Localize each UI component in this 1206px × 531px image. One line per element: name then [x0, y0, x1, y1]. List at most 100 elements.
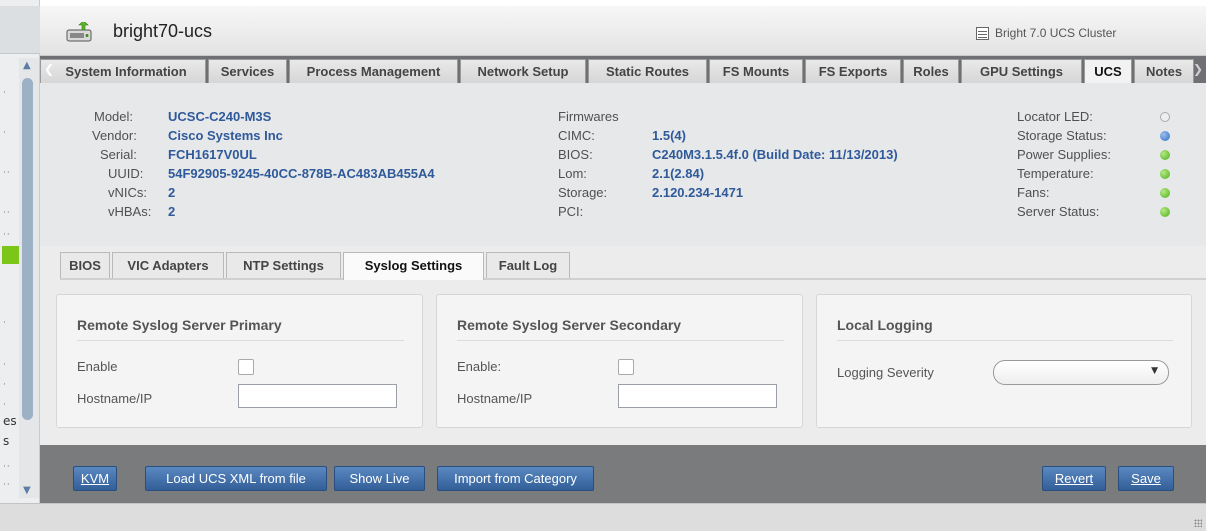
revert-button[interactable]: Revert — [1042, 466, 1106, 491]
temperature-label: Temperature: — [1017, 166, 1094, 181]
power-supplies-row: Power Supplies: — [1017, 145, 1177, 164]
power-supplies-label: Power Supplies: — [1017, 147, 1111, 162]
fans-label: Fans: — [1017, 185, 1050, 200]
serial-row: Serial: FCH1617V0UL — [92, 145, 257, 164]
scroll-down-arrow-icon[interactable]: ▼ — [23, 485, 31, 496]
locator-led-indicator-icon[interactable] — [1160, 112, 1170, 122]
title-bar: bright70-ucs Bright 7.0 UCS Cluster — [40, 6, 1206, 56]
syslog-settings-content: Remote Syslog Server Primary Enable Host… — [40, 280, 1206, 445]
tab-network-setup[interactable]: Network Setup — [460, 59, 586, 83]
server-icon — [66, 22, 92, 42]
tree-item-marker[interactable]: · — [3, 400, 7, 410]
tab-scroll-left-icon[interactable]: ❮ — [44, 62, 54, 76]
tree-scrollbar[interactable]: ▲ ▼ — [19, 58, 39, 498]
cimc-label: CIMC: — [558, 128, 595, 143]
cimc-value: 1.5(4) — [652, 128, 686, 143]
fans-indicator-icon — [1160, 188, 1170, 198]
app-window: · · ·· ·· ·· · · · · es s ·· ·· ▲ ▼ brig… — [0, 0, 1206, 531]
bios-row: BIOS: C240M3.1.5.4f.0 (Build Date: 11/13/… — [558, 145, 898, 164]
tab-services[interactable]: Services — [208, 59, 287, 83]
model-row: Model: UCSC-C240-M3S — [92, 107, 271, 126]
syslog-secondary-title: Remote Syslog Server Secondary — [457, 317, 682, 333]
tree-item-marker[interactable]: · — [3, 318, 7, 328]
cluster-label[interactable]: Bright 7.0 UCS Cluster — [995, 26, 1116, 40]
load-ucs-xml-button[interactable]: Load UCS XML from file — [145, 466, 327, 491]
vnics-value: 2 — [168, 185, 176, 200]
primary-enable-label: Enable — [77, 359, 118, 374]
model-value: UCSC-C240-M3S — [168, 109, 272, 124]
local-logging-panel: Local Logging Logging Severity ▼ — [816, 294, 1192, 428]
logging-severity-label: Logging Severity — [837, 365, 934, 380]
tab-notes[interactable]: Notes — [1134, 59, 1194, 83]
server-info-section: Model: UCSC-C240-M3S Vendor: Cisco Systems… — [40, 83, 1206, 246]
tab-system-information[interactable]: System Information — [40, 59, 206, 83]
tab-ucs[interactable]: UCS — [1084, 59, 1132, 84]
firmware-details: Firmwares CIMC: 1.5(4) BIOS: C240M3.1.5.4f… — [558, 107, 898, 221]
vendor-label: Vendor: — [92, 128, 137, 143]
tree-item-marker[interactable]: · — [3, 88, 7, 98]
syslog-primary-panel: Remote Syslog Server Primary Enable Host… — [56, 294, 423, 428]
tree-item-marker[interactable]: ·· — [3, 480, 11, 490]
tab-process-management[interactable]: Process Management — [289, 59, 458, 83]
server-status-label: Server Status: — [1017, 204, 1100, 219]
fans-row: Fans: — [1017, 183, 1177, 202]
primary-hostname-input[interactable] — [238, 384, 397, 408]
secondary-hostname-input[interactable] — [618, 384, 777, 408]
vhbas-value: 2 — [168, 204, 176, 219]
secondary-enable-checkbox[interactable] — [618, 359, 634, 375]
server-details: Model: UCSC-C240-M3S Vendor: Cisco Systems… — [92, 107, 435, 221]
panel-divider — [457, 340, 784, 341]
kvm-button[interactable]: KVM — [73, 466, 117, 491]
tree-item-marker[interactable]: ·· — [3, 168, 11, 178]
lom-label: Lom: — [558, 166, 587, 181]
tree-item-marker[interactable]: · — [3, 360, 7, 370]
syslog-primary-title: Remote Syslog Server Primary — [77, 317, 282, 333]
tab-roles[interactable]: Roles — [903, 59, 959, 83]
status-indicators: Locator LED: Storage Status: Power Suppl… — [1017, 107, 1177, 221]
vhbas-row: vHBAs: 2 — [92, 202, 175, 221]
vnics-label: vNICs: — [108, 185, 147, 200]
subtab-vic-adapters[interactable]: VIC Adapters — [112, 252, 224, 278]
vendor-row: Vendor: Cisco Systems Inc — [92, 126, 283, 145]
syslog-secondary-panel: Remote Syslog Server Secondary Enable: H… — [436, 294, 803, 428]
server-status-indicator-icon — [1160, 207, 1170, 217]
vendor-value: Cisco Systems Inc — [168, 128, 283, 143]
tree-item-selected-indicator[interactable] — [2, 246, 19, 264]
save-button[interactable]: Save — [1118, 466, 1174, 491]
import-from-category-button[interactable]: Import from Category — [437, 466, 594, 491]
resize-grip-icon[interactable] — [1194, 519, 1202, 527]
status-bar — [0, 503, 1206, 531]
tree-item-label[interactable]: s — [3, 434, 9, 448]
tab-scroll-right-icon[interactable]: ❯ — [1193, 62, 1203, 76]
tree-item-marker[interactable]: ·· — [3, 462, 11, 472]
tab-fs-exports[interactable]: FS Exports — [805, 59, 901, 83]
tab-fs-mounts[interactable]: FS Mounts — [709, 59, 803, 83]
primary-hostname-label: Hostname/IP — [77, 391, 153, 406]
tree-item-label[interactable]: es — [3, 414, 17, 428]
tree-item-marker[interactable]: ·· — [3, 208, 11, 218]
storage-status-label: Storage Status: — [1017, 128, 1107, 143]
scrollbar-thumb[interactable] — [22, 78, 33, 420]
subtab-fault-log[interactable]: Fault Log — [486, 252, 570, 278]
secondary-hostname-label: Hostname/IP — [457, 391, 533, 406]
bios-label: BIOS: — [558, 147, 593, 162]
logging-severity-select[interactable]: ▼ — [993, 360, 1169, 385]
show-live-button[interactable]: Show Live — [334, 466, 425, 491]
scroll-up-arrow-icon[interactable]: ▲ — [23, 60, 31, 71]
subtab-ntp-settings[interactable]: NTP Settings — [226, 252, 341, 278]
tab-static-routes[interactable]: Static Routes — [588, 59, 707, 83]
vhbas-label: vHBAs: — [108, 204, 152, 219]
resource-tree-panel: · · ·· ·· ·· · · · · es s ·· ·· ▲ ▼ — [0, 0, 40, 531]
tree-item-marker[interactable]: ·· — [3, 230, 11, 240]
lom-value: 2.1(2.84) — [652, 166, 705, 181]
tree-item-marker[interactable]: · — [3, 380, 7, 390]
subtab-syslog-settings[interactable]: Syslog Settings — [343, 252, 484, 280]
primary-enable-checkbox[interactable] — [238, 359, 254, 375]
page-title: bright70-ucs — [113, 21, 213, 41]
tab-gpu-settings[interactable]: GPU Settings — [961, 59, 1082, 83]
vnics-row: vNICs: 2 — [92, 183, 175, 202]
temperature-row: Temperature: — [1017, 164, 1177, 183]
tree-item-marker[interactable]: · — [3, 128, 7, 138]
local-logging-title: Local Logging — [837, 317, 933, 333]
subtab-bios[interactable]: BIOS — [60, 252, 110, 278]
